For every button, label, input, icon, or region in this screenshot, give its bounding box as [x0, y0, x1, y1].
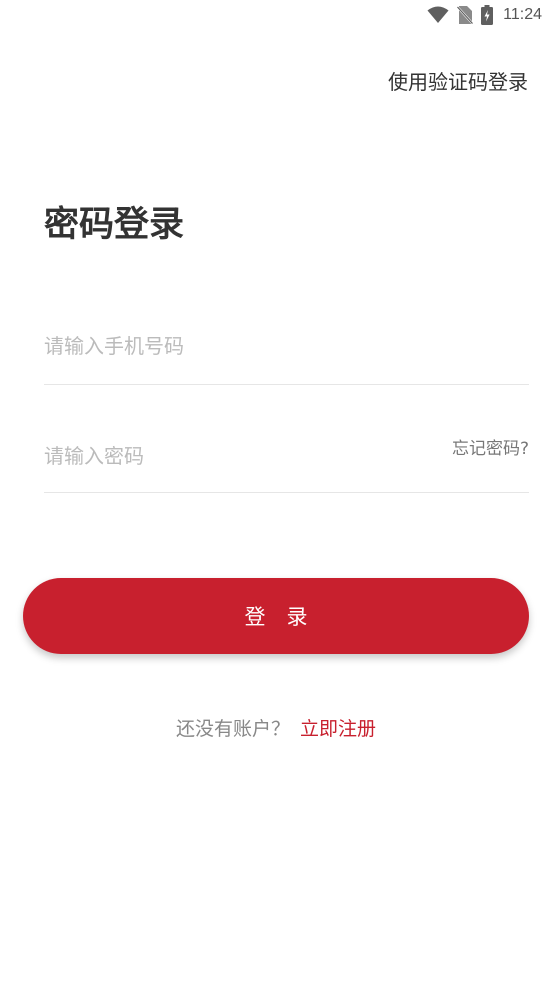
forgot-password-link[interactable]: 忘记密码? — [452, 434, 529, 459]
status-bar: 11:24 — [0, 0, 552, 32]
battery-charging-icon — [481, 5, 494, 25]
register-prompt: 还没有账户？ — [175, 718, 290, 740]
switch-to-sms-login-link[interactable]: 使用验证码登录 — [388, 66, 528, 95]
register-link[interactable]: 立即注册 — [300, 718, 376, 740]
phone-input[interactable] — [44, 326, 404, 366]
page-title: 密码登录 — [44, 205, 185, 245]
wifi-icon — [427, 6, 449, 24]
phone-field — [44, 318, 529, 385]
login-button[interactable]: 登 录 — [23, 578, 529, 654]
register-row: 还没有账户？ 立即注册 — [0, 714, 552, 741]
password-input[interactable] — [44, 436, 404, 476]
status-icons: 11:24 — [427, 4, 542, 26]
status-clock: 11:24 — [503, 6, 542, 23]
password-field: 忘记密码? — [44, 428, 529, 493]
no-sim-icon — [457, 5, 474, 25]
